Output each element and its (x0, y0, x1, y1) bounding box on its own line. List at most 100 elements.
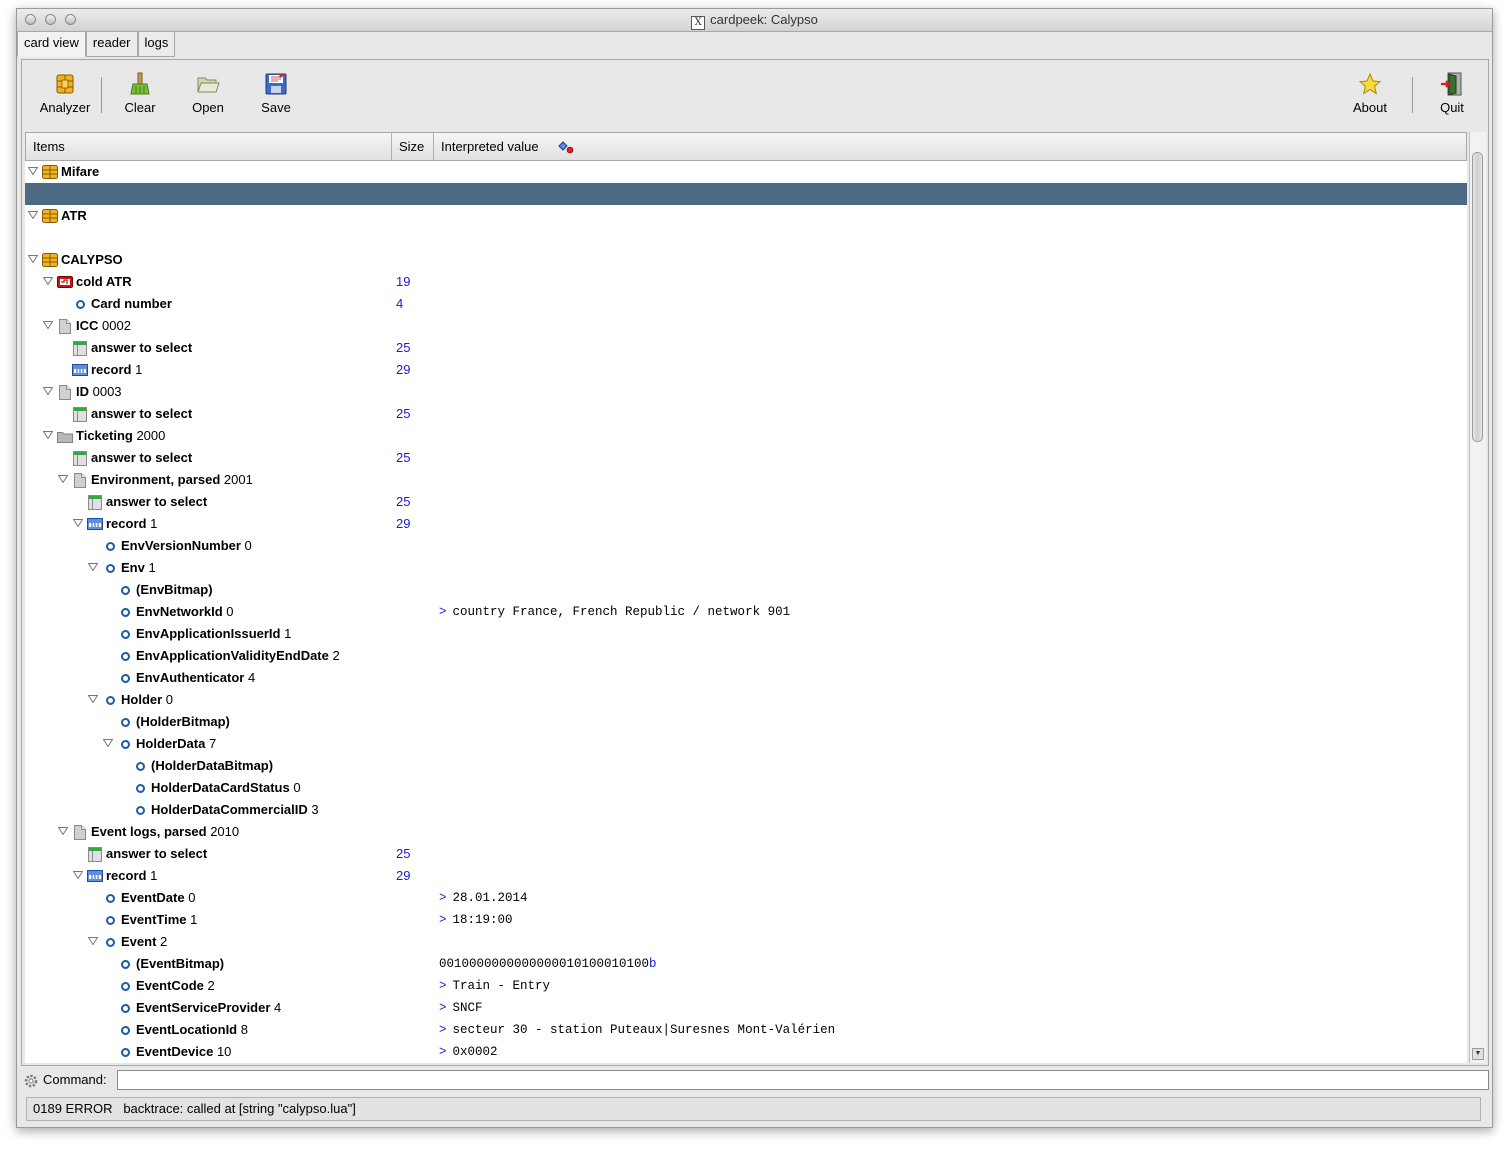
expander-triangle-icon[interactable] (28, 211, 38, 219)
analyzer-button[interactable]: Analyzer (35, 72, 95, 132)
tree-row[interactable]: ICC 0002 (25, 315, 1467, 337)
column-items[interactable]: Items (26, 133, 392, 160)
tree-row[interactable]: answer to select 25 (25, 447, 1467, 469)
tab-card-view[interactable]: card view (17, 32, 86, 57)
expander-triangle-icon[interactable] (73, 519, 83, 527)
about-button[interactable]: About (1348, 72, 1392, 132)
expander-triangle-icon[interactable] (58, 827, 68, 835)
tree-row[interactable]: EnvApplicationValidityEndDate 2 (25, 645, 1467, 667)
tree-row[interactable]: ID 0003 (25, 381, 1467, 403)
tree-row[interactable]: EnvVersionNumber 0 (25, 535, 1467, 557)
tree-row[interactable]: EventCode 2 > Train - Entry (25, 975, 1467, 997)
tree-row[interactable] (25, 227, 1467, 249)
status-message: 0189 ERROR backtrace: called at [string … (33, 1101, 356, 1116)
tree-row[interactable]: CALYPSO (25, 249, 1467, 271)
file-icon (74, 472, 86, 488)
clear-button[interactable]: Clear (120, 72, 160, 132)
tree-row[interactable]: ATR (25, 205, 1467, 227)
tree-row[interactable]: (EnvBitmap) (25, 579, 1467, 601)
tree-item-name: EnvVersionNumber (121, 538, 241, 553)
vertical-scrollbar[interactable]: ▼ (1469, 132, 1486, 1063)
tree-row[interactable]: EnvNetworkId 0 > country France, French Re… (25, 601, 1467, 623)
expander-triangle-icon[interactable] (103, 739, 113, 747)
tree-row[interactable]: HolderDataCommercialID 3 (25, 799, 1467, 821)
expander-triangle-icon[interactable] (43, 387, 53, 395)
tree-row[interactable]: answer to select 25 (25, 491, 1467, 513)
tree-row[interactable]: HolderData 7 (25, 733, 1467, 755)
tree-item-name: Mifare (61, 164, 100, 179)
table-icon (73, 340, 87, 356)
quit-label: Quit (1440, 100, 1464, 115)
tree-item-interpreted-value: >0x0002 (439, 1045, 498, 1059)
tree-row[interactable]: EventTime 1 >18:19:00 (25, 909, 1467, 931)
tools-icon[interactable] (558, 140, 574, 154)
scrollbar-thumb[interactable] (1472, 152, 1483, 442)
tree-row[interactable]: (EventBitmap) 001000000000000001010001010… (25, 953, 1467, 975)
column-size[interactable]: Size (392, 133, 434, 160)
expander-triangle-icon[interactable] (88, 695, 98, 703)
expander-triangle-icon[interactable] (43, 431, 53, 439)
tree-item-name: Ticketing (76, 428, 133, 443)
tree-item-id: 0003 (89, 384, 122, 399)
field-dot-icon (120, 673, 130, 683)
field-dot-icon (105, 937, 115, 947)
field-dot-icon (120, 607, 130, 617)
expander-triangle-icon[interactable] (88, 563, 98, 571)
expander-triangle-icon[interactable] (28, 167, 38, 175)
tree-row[interactable]: Ticketing 2000 (25, 425, 1467, 447)
tree-row[interactable]: Mifare (25, 161, 1467, 183)
expander-triangle-icon[interactable] (73, 871, 83, 879)
column-interpreted-value[interactable]: Interpreted value (434, 133, 1466, 160)
save-button[interactable]: Save (256, 72, 296, 132)
tree-item-label: EnvApplicationIssuerId 1 (136, 626, 291, 641)
tree-row[interactable]: record 1 29 (25, 865, 1467, 887)
tree-item-id: 0 (240, 538, 252, 553)
expander-triangle-icon[interactable] (88, 937, 98, 945)
save-label: Save (261, 100, 291, 115)
tree-item-label: answer to select (106, 846, 207, 861)
tree-row[interactable]: Environment, parsed 2001 (25, 469, 1467, 491)
tree-row[interactable]: answer to select 25 (25, 337, 1467, 359)
tree-row[interactable]: answer to select 25 (25, 843, 1467, 865)
tree-row[interactable]: EnvAuthenticator 4 (25, 667, 1467, 689)
tree-row[interactable]: (HolderBitmap) (25, 711, 1467, 733)
tree-row[interactable]: Card number 4 (25, 293, 1467, 315)
tree-row[interactable]: Event logs, parsed 2010 (25, 821, 1467, 843)
floppy-save-icon (265, 73, 287, 95)
field-dot-icon (120, 651, 130, 661)
tree-row[interactable]: (HolderDataBitmap) (25, 755, 1467, 777)
quit-button[interactable]: Quit (1434, 72, 1470, 132)
tree-row[interactable]: record 1 29 (25, 513, 1467, 535)
tab-reader[interactable]: reader (85, 32, 138, 57)
tree-row[interactable]: Env 1 (25, 557, 1467, 579)
tree-row[interactable]: EventDevice 10 >0x0002 (25, 1041, 1467, 1063)
tree-row[interactable]: Event 2 (25, 931, 1467, 953)
tree-row[interactable]: EventLocationId 8 > secteur 30 - station P… (25, 1019, 1467, 1041)
tree-row[interactable]: EventServiceProvider 4 > SNCF (25, 997, 1467, 1019)
expander-triangle-icon[interactable] (58, 475, 68, 483)
tree-row[interactable]: HolderDataCardStatus 0 (25, 777, 1467, 799)
tree-item-name: Holder (121, 692, 163, 707)
tab-logs[interactable]: logs (137, 32, 176, 57)
tree-item-label: HolderDataCommercialID 3 (151, 802, 319, 817)
tree-row[interactable]: EnvApplicationIssuerId 1 (25, 623, 1467, 645)
card-tree-view[interactable]: Mifare ATR CALYPSO cold ATR 19 Card number 4 IC… (25, 161, 1467, 1063)
scroll-down-arrow[interactable]: ▼ (1472, 1048, 1484, 1060)
title-bar[interactable]: Xcardpeek: Calypso (17, 9, 1492, 32)
tree-row[interactable]: answer to select 25 (25, 403, 1467, 425)
open-button[interactable]: Open (188, 72, 228, 132)
field-dot-icon (105, 915, 115, 925)
expander-triangle-icon[interactable] (28, 255, 38, 263)
tree-row[interactable]: Holder 0 (25, 689, 1467, 711)
expander-triangle-icon[interactable] (43, 277, 53, 285)
tree-row[interactable]: EventDate 0 >28.01.2014 (25, 887, 1467, 909)
command-input[interactable] (117, 1070, 1489, 1090)
tree-item-id: 8 (237, 1022, 248, 1037)
tree-item-name: Card number (91, 296, 172, 311)
tree-row[interactable]: cold ATR 19 (25, 271, 1467, 293)
tree-row[interactable] (25, 183, 1467, 205)
expander-triangle-icon[interactable] (43, 321, 53, 329)
tree-item-id: 2000 (132, 428, 166, 443)
tree-row[interactable]: record 1 29 (25, 359, 1467, 381)
toolbar-separator (101, 77, 102, 113)
